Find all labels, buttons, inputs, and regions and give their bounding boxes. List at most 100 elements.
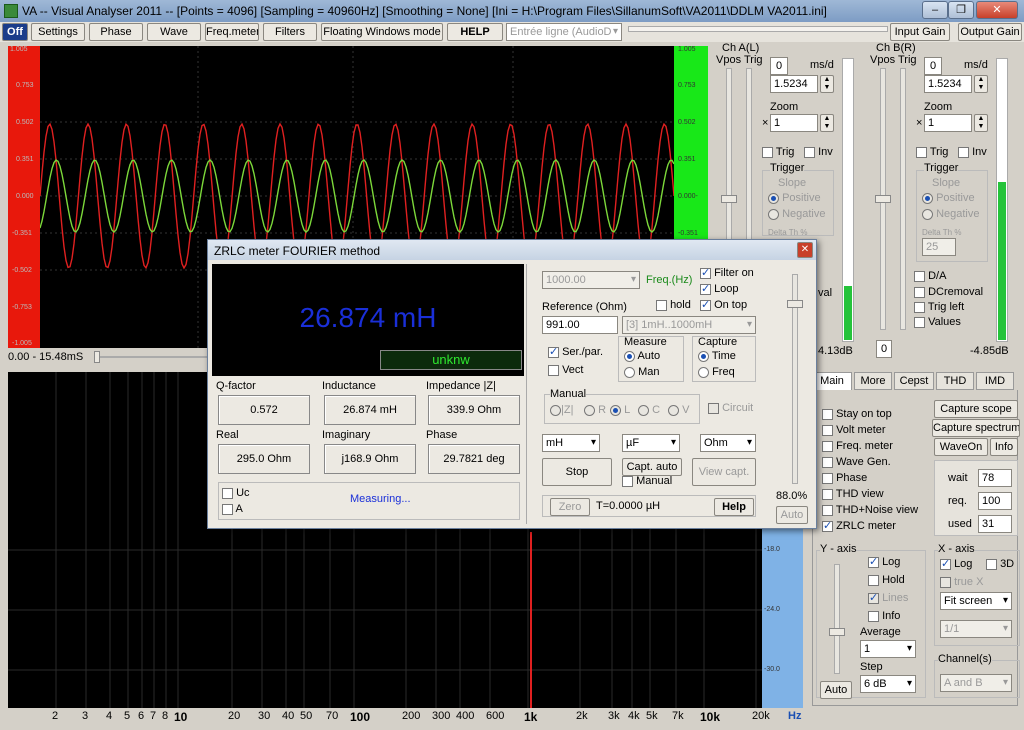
y-info-checkbox[interactable]: Info (868, 610, 900, 622)
tab-cepst[interactable]: Cepst (894, 372, 934, 390)
waveon-button[interactable]: WaveOn (934, 438, 988, 456)
vect-checkbox[interactable]: Vect (548, 364, 583, 376)
filter-on-checkbox[interactable]: Filter on (700, 266, 754, 279)
y-auto-button[interactable]: Auto (820, 681, 852, 699)
channel-b-vpos-thumb[interactable] (875, 195, 891, 203)
values-checkbox[interactable]: Values (914, 316, 961, 328)
channel-b-zoom-field[interactable]: 1 (924, 114, 972, 132)
info-button[interactable]: Info (990, 438, 1018, 456)
channel-a-positive-radio[interactable]: Positive (768, 192, 821, 204)
channel-b-inv-checkbox[interactable]: Inv (958, 146, 987, 158)
manual-r-radio[interactable]: R (584, 404, 606, 416)
stay-on-top-checkbox[interactable]: Stay on top (822, 408, 892, 420)
y-axis-slider[interactable] (834, 564, 840, 674)
y-axis-slider-thumb[interactable] (829, 628, 845, 636)
hold-checkbox[interactable]: hold (656, 299, 691, 311)
channel-a-time-field[interactable]: 1.5234 (770, 75, 818, 93)
trig-left-checkbox[interactable]: Trig left (914, 301, 964, 313)
y-log-checkbox[interactable]: Log (868, 555, 900, 568)
settings-button[interactable]: Settings (31, 23, 85, 41)
channel-b-positive-radio[interactable]: Positive (922, 192, 975, 204)
freqmeter-button[interactable]: Freq.meter (205, 23, 259, 41)
capture-spectrum-button[interactable]: Capture spectrum (932, 419, 1020, 437)
dialog-close-button[interactable]: ✕ (797, 242, 813, 258)
fit-screen-select[interactable]: Fit screen (940, 592, 1012, 610)
zrlc-meter-checkbox[interactable]: ZRLC meter (822, 519, 896, 532)
channel-b-time-field[interactable]: 1.5234 (924, 75, 972, 93)
loop-checkbox[interactable]: Loop (700, 282, 739, 295)
da-checkbox[interactable]: D/A (914, 270, 946, 282)
measure-man-radio[interactable]: Man (624, 366, 659, 378)
manual-c-radio[interactable]: C (638, 404, 660, 416)
dcremoval-checkbox[interactable]: DCremoval (914, 286, 983, 298)
manual-checkbox[interactable]: Manual (622, 475, 672, 487)
manual-z-radio[interactable]: |Z| (550, 404, 573, 416)
freq-meter-checkbox[interactable]: Freq. meter (822, 440, 893, 452)
capture-scope-button[interactable]: Capture scope (934, 400, 1018, 418)
zero-button[interactable]: Zero (550, 498, 590, 516)
input-gain-button[interactable]: Input Gain (890, 23, 950, 41)
wave-button[interactable]: Wave (147, 23, 201, 41)
capture-freq-radio[interactable]: Freq (698, 366, 735, 378)
channel-b-trig-slider[interactable] (900, 68, 906, 330)
dialog-help-button[interactable]: Help (714, 498, 754, 516)
level-slider-thumb[interactable] (787, 300, 803, 308)
y-lines-checkbox[interactable]: Lines (868, 591, 908, 604)
on-top-checkbox[interactable]: On top (700, 298, 747, 311)
uc-checkbox[interactable]: Uc (222, 487, 250, 499)
channel-a-time-spinner[interactable]: ▲ ▼ (820, 75, 834, 93)
y-hold-checkbox[interactable]: Hold (868, 574, 905, 586)
frequency-select[interactable]: 1000.00 (542, 271, 640, 289)
filters-button[interactable]: Filters (263, 23, 317, 41)
channel-b-zero-field[interactable]: 0 (876, 340, 892, 358)
output-gain-button[interactable]: Output Gain (958, 23, 1022, 41)
channel-a-negative-radio[interactable]: Negative (768, 208, 825, 220)
average-select[interactable]: 1 (860, 640, 916, 658)
tab-more[interactable]: More (854, 372, 892, 390)
ratio-select[interactable]: 1/1 (940, 620, 1012, 638)
resistance-unit-select[interactable]: Ohm (700, 434, 756, 452)
wave-gen-checkbox[interactable]: Wave Gen. (822, 456, 891, 468)
circuit-checkbox[interactable]: Circuit (708, 402, 753, 414)
tab-imd[interactable]: IMD (976, 372, 1014, 390)
x-log-checkbox[interactable]: Log (940, 557, 972, 570)
phase-checkbox[interactable]: Phase (822, 472, 867, 484)
off-button[interactable]: Off (2, 23, 28, 41)
help-button[interactable]: HELP (447, 23, 503, 41)
channels-select[interactable]: A and B (940, 674, 1012, 692)
volt-meter-checkbox[interactable]: Volt meter (822, 424, 886, 436)
stop-button[interactable]: Stop (542, 458, 612, 486)
true-x-checkbox[interactable]: true X (940, 576, 983, 588)
minimize-button[interactable]: – (922, 1, 948, 19)
manual-l-radio[interactable]: L (610, 404, 630, 416)
capacitance-unit-select[interactable]: µF (622, 434, 680, 452)
input-device-select[interactable]: Entrée ligne (AudioD (506, 23, 622, 41)
floating-windows-button[interactable]: Floating Windows mode (321, 23, 443, 41)
ser-par-checkbox[interactable]: Ser./par. (548, 345, 603, 358)
tab-main[interactable]: Main (812, 372, 852, 390)
close-button[interactable]: ✕ (976, 1, 1018, 19)
channel-a-inv-checkbox[interactable]: Inv (804, 146, 833, 158)
channel-b-zoom-spinner[interactable]: ▲ ▼ (974, 114, 988, 132)
thd-noise-view-checkbox[interactable]: THD+Noise view (822, 504, 918, 516)
tab-thd[interactable]: THD (936, 372, 974, 390)
measure-auto-radio[interactable]: Auto (624, 350, 660, 362)
inductance-unit-select[interactable]: mH (542, 434, 600, 452)
step-select[interactable]: 6 dB (860, 675, 916, 693)
channel-b-negative-radio[interactable]: Negative (922, 208, 979, 220)
volume-slider[interactable] (628, 26, 888, 32)
manual-v-radio[interactable]: V (668, 404, 689, 416)
range-select[interactable]: [3] 1mH..1000mH (622, 316, 756, 334)
level-auto-button[interactable]: Auto (776, 506, 808, 524)
channel-b-time-spinner[interactable]: ▲ ▼ (974, 75, 988, 93)
channel-a-zoom-field[interactable]: 1 (770, 114, 818, 132)
a-checkbox[interactable]: A (222, 503, 243, 515)
reference-input[interactable]: 991.00 (542, 316, 618, 334)
phase-button[interactable]: Phase (89, 23, 143, 41)
capture-auto-button[interactable]: Capt. auto (622, 458, 682, 476)
view-capture-button[interactable]: View capt. (692, 458, 756, 486)
channel-a-vpos-thumb[interactable] (721, 195, 737, 203)
x-3d-checkbox[interactable]: 3D (986, 558, 1014, 570)
channel-a-zoom-spinner[interactable]: ▲ ▼ (820, 114, 834, 132)
channel-a-msd-field[interactable]: 0 (770, 57, 788, 75)
